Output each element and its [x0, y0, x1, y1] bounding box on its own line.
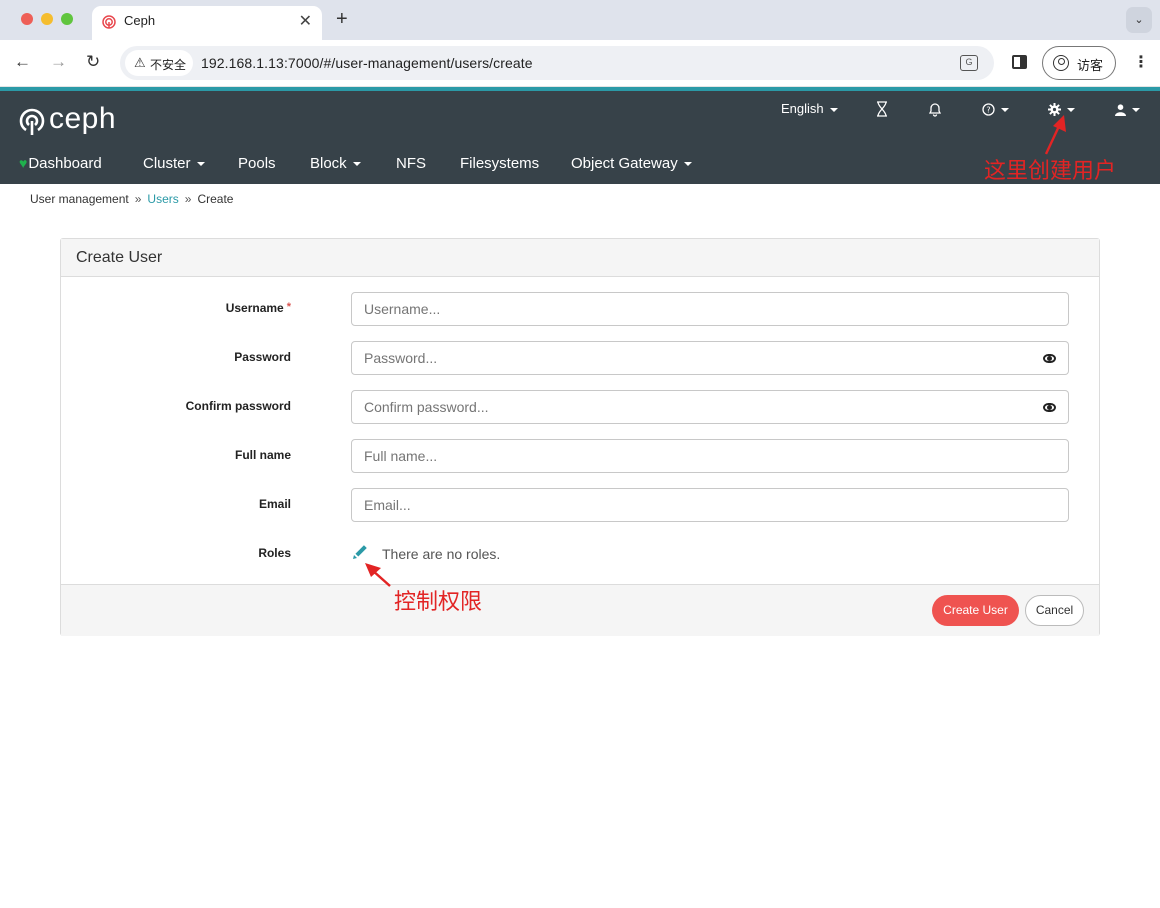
nav-label: Object Gateway — [571, 155, 678, 172]
annotation-create-user-here: 这里创建用户 — [984, 159, 1117, 184]
new-tab-button[interactable]: + — [336, 8, 348, 30]
eye-icon — [1043, 354, 1056, 363]
user-icon — [1115, 103, 1126, 116]
nav-block[interactable]: Block — [310, 155, 361, 172]
breadcrumb-separator: » — [134, 192, 142, 206]
breadcrumb-current: Create — [197, 192, 234, 206]
breadcrumb-users-link[interactable]: Users — [147, 192, 178, 206]
forward-button[interactable]: → — [50, 52, 67, 72]
profile-icon — [1053, 55, 1069, 71]
window-zoom-button[interactable] — [61, 13, 73, 25]
annotation-control-permissions: 控制权限 — [394, 590, 483, 615]
nav-label: NFS — [396, 155, 426, 172]
breadcrumb-separator: » — [184, 192, 192, 206]
browser-tab[interactable]: Ceph ✕ — [92, 6, 322, 40]
logo-text: ceph — [49, 102, 117, 135]
chevron-down-icon — [1067, 107, 1075, 112]
reload-button[interactable]: ↻ — [86, 52, 100, 72]
email-input[interactable] — [351, 488, 1069, 522]
profile-label: 访客 — [1077, 58, 1104, 73]
annotation-arrow-roles — [365, 563, 391, 587]
show-confirm-password-button[interactable] — [1030, 390, 1069, 424]
username-input[interactable] — [351, 292, 1069, 326]
confirm-password-input[interactable] — [351, 390, 1031, 424]
edit-roles-pencil-icon[interactable] — [351, 545, 367, 561]
chevron-down-icon — [1001, 107, 1009, 112]
window-minimize-button[interactable] — [41, 13, 53, 25]
user-dropdown[interactable] — [1115, 101, 1140, 116]
insecure-label: 不安全 — [150, 58, 187, 72]
back-button[interactable]: ← — [14, 52, 31, 72]
language-dropdown[interactable]: English — [781, 101, 838, 116]
card-title: Create User — [76, 249, 163, 266]
nav-pools[interactable]: Pools — [238, 155, 276, 172]
language-label: English — [781, 101, 824, 116]
nav-nfs[interactable]: NFS — [396, 155, 426, 172]
card-header: Create User — [61, 239, 1099, 277]
bell-icon[interactable] — [928, 101, 942, 117]
svg-text:?: ? — [986, 106, 990, 115]
tab-close-icon[interactable]: ✕ — [299, 11, 312, 31]
browser-toolbar: ← → ↻ ⚠ 不安全 192.168.1.13:7000/#/user-man… — [0, 40, 1160, 87]
show-password-button[interactable] — [1030, 341, 1069, 375]
translate-icon[interactable]: G — [960, 55, 978, 71]
browser-tab-strip: Ceph ✕ + ⌄ — [0, 0, 1160, 40]
ceph-favicon-icon — [102, 15, 116, 29]
card-footer: Create User Cancel — [61, 584, 1099, 636]
password-label: Password — [234, 350, 291, 364]
url-text[interactable]: 192.168.1.13:7000/#/user-management/user… — [201, 55, 533, 71]
heartbeat-icon: ♥ — [19, 155, 28, 171]
nav-label: Cluster — [143, 155, 191, 172]
breadcrumb-user-management[interactable]: User management — [30, 192, 129, 206]
required-marker: * — [286, 301, 291, 313]
chevron-down-icon — [829, 107, 838, 112]
nav-filesystems[interactable]: Filesystems — [460, 155, 539, 172]
chevron-down-icon — [196, 162, 205, 167]
profile-button[interactable]: 访客 — [1042, 46, 1116, 80]
address-bar[interactable]: ⚠ 不安全 192.168.1.13:7000/#/user-managemen… — [120, 46, 994, 80]
nav-label: Block — [310, 155, 347, 172]
chevron-down-icon — [352, 162, 361, 167]
confirm-password-label: Confirm password — [185, 399, 291, 413]
breadcrumb: User management » Users » Create — [30, 192, 233, 206]
window-close-button[interactable] — [21, 13, 33, 25]
side-panel-icon[interactable] — [1012, 55, 1027, 69]
full-name-label: Full name — [234, 448, 291, 462]
help-dropdown[interactable]: ? — [982, 101, 1009, 116]
create-user-button[interactable]: Create User — [932, 595, 1019, 626]
nav-dashboard[interactable]: ♥Dashboard — [19, 155, 102, 172]
email-label: Email — [258, 497, 291, 511]
create-user-card: Create User Username* Password Confirm p… — [60, 238, 1100, 636]
annotation-arrow-settings — [1044, 115, 1066, 155]
warning-icon: ⚠ — [134, 55, 146, 70]
password-input[interactable] — [351, 341, 1031, 375]
browser-menu-icon[interactable]: ⋮ — [1133, 52, 1149, 72]
roles-empty-text: There are no roles. — [382, 546, 501, 562]
hourglass-icon[interactable] — [876, 101, 888, 117]
tab-title: Ceph — [124, 13, 156, 28]
nav-label: Pools — [238, 155, 276, 172]
chevron-down-icon — [683, 162, 692, 167]
nav-label: Dashboard — [28, 155, 102, 172]
cancel-button[interactable]: Cancel — [1025, 595, 1084, 626]
chevron-down-icon — [1132, 107, 1140, 112]
question-icon: ? — [982, 103, 995, 116]
nav-object-gateway[interactable]: Object Gateway — [571, 155, 692, 172]
nav-label: Filesystems — [460, 155, 540, 172]
username-label: Username * — [61, 301, 291, 315]
username-label-text: Username — [225, 301, 284, 315]
roles-label: Roles — [258, 546, 291, 560]
nav-cluster[interactable]: Cluster — [143, 155, 205, 172]
ceph-logo-icon — [19, 108, 45, 135]
full-name-input[interactable] — [351, 439, 1069, 473]
eye-icon — [1043, 403, 1056, 412]
tab-search-button[interactable]: ⌄ — [1126, 7, 1152, 33]
